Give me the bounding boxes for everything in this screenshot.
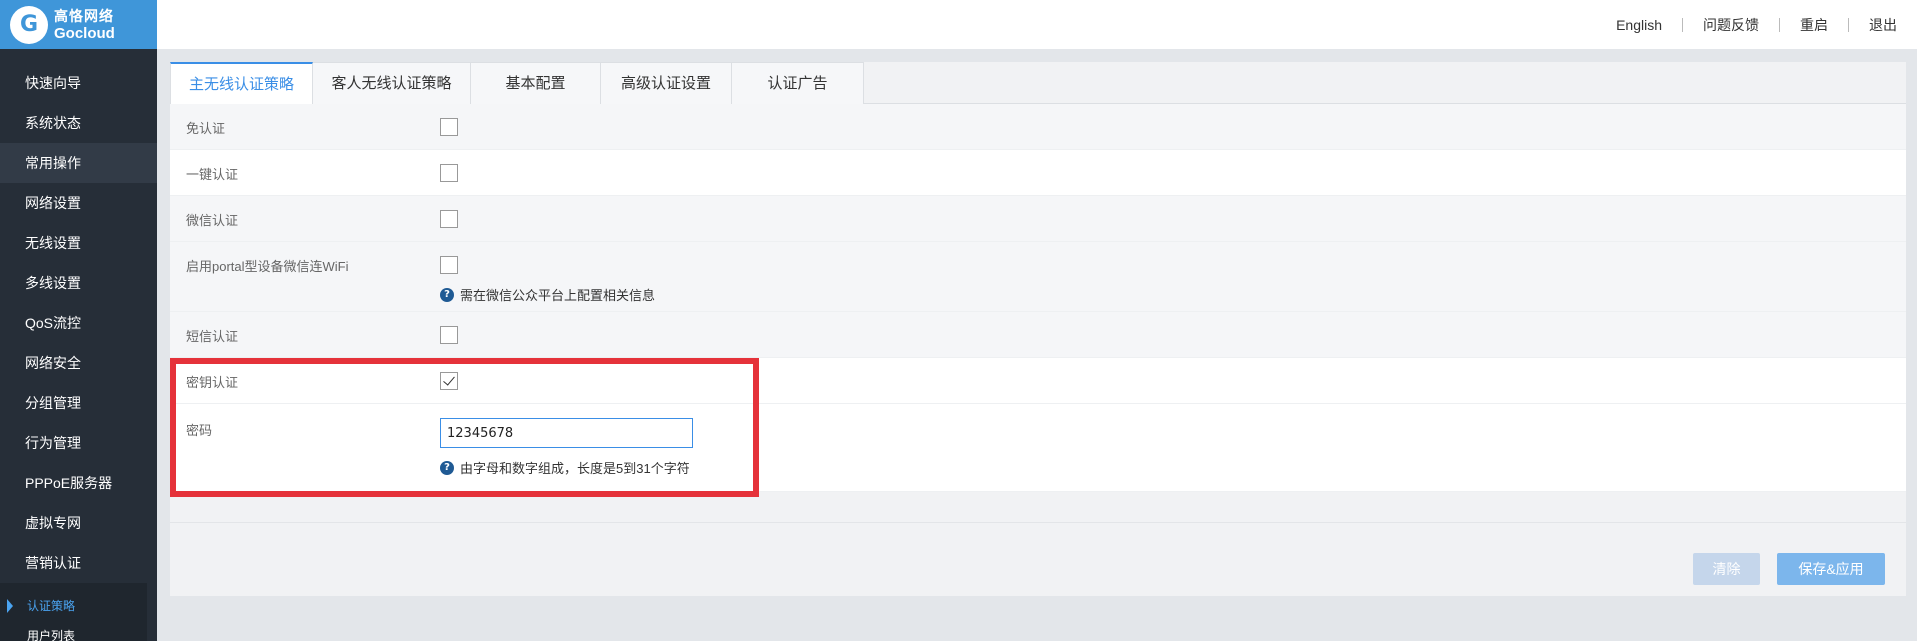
sms-auth-label: 短信认证 xyxy=(186,329,239,344)
password-label: 密码 xyxy=(186,423,213,438)
main-nav: 快速向导 系统状态 常用操作 网络设置 无线设置 多线设置 QoS流控 网络安全… xyxy=(0,49,157,641)
nav-item-multi-wan[interactable]: 多线设置 xyxy=(0,263,157,303)
nav-item-system-status[interactable]: 系统状态 xyxy=(0,103,157,143)
portal-wifi-label: 启用portal型设备微信连WiFi xyxy=(186,259,349,274)
reboot-link[interactable]: 重启 xyxy=(1780,15,1848,35)
feedback-link[interactable]: 问题反馈 xyxy=(1683,15,1779,35)
brand-name-cn: 高恪网络 xyxy=(54,7,114,24)
wechat-auth-checkbox[interactable] xyxy=(440,210,458,228)
nav-item-common-ops[interactable]: 常用操作 xyxy=(0,143,157,183)
free-auth-checkbox[interactable] xyxy=(440,118,458,136)
tab-guest-wireless-policy[interactable]: 客人无线认证策略 xyxy=(313,62,471,104)
nav-item-behavior-management[interactable]: 行为管理 xyxy=(0,423,157,463)
nav-item-vpn[interactable]: 虚拟专网 xyxy=(0,503,157,543)
password-hint: 由字母和数字组成，长度是5到31个字符 xyxy=(460,461,690,476)
clear-button[interactable]: 清除 xyxy=(1693,553,1760,585)
tab-basic-config[interactable]: 基本配置 xyxy=(471,62,601,104)
nav-item-group-management[interactable]: 分组管理 xyxy=(0,383,157,423)
portal-wifi-hint: 需在微信公众平台上配置相关信息 xyxy=(460,288,656,303)
nav-item-wireless-settings[interactable]: 无线设置 xyxy=(0,223,157,263)
tab-main-wireless-policy[interactable]: 主无线认证策略 xyxy=(170,62,313,104)
brand-name-en: Gocloud xyxy=(54,24,115,42)
logout-link[interactable]: 退出 xyxy=(1849,15,1917,35)
main-panel: 主无线认证策略 客人无线认证策略 基本配置 高级认证设置 认证广告 免认证 一键… xyxy=(170,62,1906,596)
auth-policy-form: 免认证 一键认证 微信认证 启用portal型设备微信连WiFi ? 需在微信公… xyxy=(170,104,1906,492)
password-input[interactable] xyxy=(440,418,693,448)
row-password: 密码 ? 由字母和数字组成，长度是5到31个字符 xyxy=(170,404,1906,492)
tab-auth-ads[interactable]: 认证广告 xyxy=(732,62,864,104)
row-wechat-auth: 微信认证 xyxy=(170,196,1906,242)
free-auth-label: 免认证 xyxy=(186,121,226,136)
nav-item-network-settings[interactable]: 网络设置 xyxy=(0,183,157,223)
nav-item-marketing-auth[interactable]: 营销认证 xyxy=(0,543,157,583)
wechat-auth-label: 微信认证 xyxy=(186,213,239,228)
row-key-auth: 密钥认证 xyxy=(170,358,1906,404)
help-icon: ? xyxy=(440,287,454,302)
save-apply-button[interactable]: 保存&应用 xyxy=(1777,553,1885,585)
top-bar: English 问题反馈 重启 退出 xyxy=(157,0,1917,49)
nav-item-network-security[interactable]: 网络安全 xyxy=(0,343,157,383)
tab-advanced-auth[interactable]: 高级认证设置 xyxy=(601,62,732,104)
one-key-auth-label: 一键认证 xyxy=(186,167,239,182)
help-icon: ? xyxy=(440,460,454,475)
nav-item-pppoe-server[interactable]: PPPoE服务器 xyxy=(0,463,157,503)
sms-auth-checkbox[interactable] xyxy=(440,326,458,344)
nav-item-quick-guide[interactable]: 快速向导 xyxy=(0,63,157,103)
subnav-item-user-list[interactable]: 用户列表 xyxy=(0,621,147,641)
row-one-key-auth: 一键认证 xyxy=(170,150,1906,196)
brand-logo[interactable]: G 高恪网络 Gocloud xyxy=(0,0,157,49)
portal-wifi-checkbox[interactable] xyxy=(440,256,458,274)
language-link[interactable]: English xyxy=(1596,17,1682,33)
row-sms-auth: 短信认证 xyxy=(170,312,1906,358)
sidebar: G 高恪网络 Gocloud 快速向导 系统状态 常用操作 网络设置 无线设置 … xyxy=(0,0,157,641)
nav-item-qos[interactable]: QoS流控 xyxy=(0,303,157,343)
row-portal-wifi: 启用portal型设备微信连WiFi ? 需在微信公众平台上配置相关信息 xyxy=(170,242,1906,312)
one-key-auth-checkbox[interactable] xyxy=(440,164,458,182)
key-auth-checkbox[interactable] xyxy=(440,372,458,390)
tab-bar: 主无线认证策略 客人无线认证策略 基本配置 高级认证设置 认证广告 xyxy=(170,62,1906,104)
subnav-item-auth-policy[interactable]: 认证策略 xyxy=(0,591,147,621)
top-links: English 问题反馈 重启 退出 xyxy=(1596,0,1917,49)
scrollbar[interactable] xyxy=(1905,49,1917,109)
subnav-marketing-auth: 认证策略 用户列表 xyxy=(0,583,147,641)
gocloud-logo-icon: G xyxy=(10,5,48,44)
row-free-auth: 免认证 xyxy=(170,104,1906,150)
key-auth-label: 密钥认证 xyxy=(186,375,239,390)
form-footer: 清除 保存&应用 xyxy=(170,522,1906,596)
